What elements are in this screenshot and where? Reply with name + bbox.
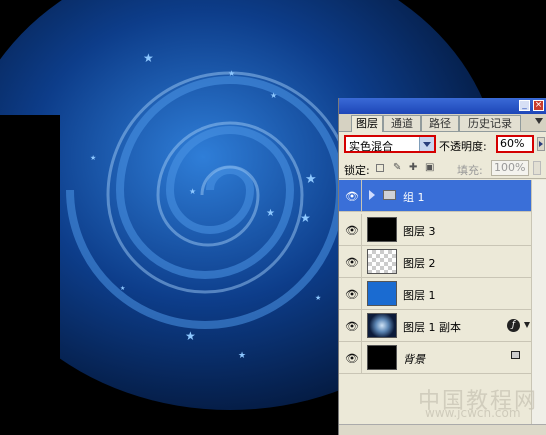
eye-icon[interactable]: 👁 bbox=[345, 225, 359, 236]
svg-text:★: ★ bbox=[315, 294, 321, 302]
layer-thumbnail bbox=[367, 217, 397, 242]
chevron-down-icon[interactable] bbox=[419, 137, 434, 151]
layer-effects-icon[interactable]: ƒ bbox=[507, 319, 520, 332]
minimize-icon[interactable]: _ bbox=[519, 100, 530, 111]
opacity-label: 不透明度: bbox=[439, 140, 487, 153]
close-icon[interactable]: × bbox=[533, 100, 544, 111]
opacity-input[interactable]: 60% bbox=[496, 135, 534, 153]
fill-input[interactable]: 100% bbox=[491, 160, 529, 176]
tab-layers[interactable]: 图层 bbox=[351, 115, 383, 132]
layer-row-layer-2[interactable]: 👁 图层 2 bbox=[339, 246, 533, 278]
lock-row: 锁定: ✎ ✚ ▣ 填充: 100% bbox=[339, 158, 546, 179]
fill-label: 填充: bbox=[457, 164, 483, 177]
layer-row-layer-1[interactable]: 👁 图层 1 bbox=[339, 278, 533, 310]
svg-text:★: ★ bbox=[120, 285, 125, 292]
lock-transparency-icon[interactable] bbox=[376, 164, 384, 172]
eye-icon[interactable]: 👁 bbox=[345, 191, 359, 202]
panel-menu-arrow-icon[interactable] bbox=[535, 118, 543, 124]
layer-thumbnail bbox=[367, 313, 397, 338]
tab-history[interactable]: 历史记录 bbox=[459, 115, 521, 131]
visibility-toggle[interactable]: 👁 bbox=[339, 278, 362, 309]
blend-mode-select[interactable]: 实色混合 bbox=[344, 135, 436, 153]
panel-tabs: 图层 通道 路径 历史记录 bbox=[339, 114, 546, 132]
tab-paths[interactable]: 路径 bbox=[421, 115, 459, 131]
visibility-toggle[interactable]: 👁 bbox=[339, 180, 362, 211]
lock-label: 锁定: bbox=[344, 164, 370, 177]
lock-all-icon[interactable]: ▣ bbox=[425, 163, 435, 173]
svg-text:★: ★ bbox=[189, 187, 196, 196]
effects-expand-arrow-icon[interactable] bbox=[524, 322, 530, 328]
panel-titlebar[interactable]: _ × bbox=[339, 98, 546, 114]
svg-text:★: ★ bbox=[90, 154, 96, 162]
layer-row-background[interactable]: 👁 背景 bbox=[339, 342, 533, 374]
layer-thumbnail bbox=[367, 249, 397, 274]
visibility-toggle[interactable]: 👁 bbox=[339, 246, 362, 277]
layer-thumbnail bbox=[367, 345, 397, 370]
layer-name: 图层 1 bbox=[403, 289, 436, 302]
layer-row-layer-1-copy[interactable]: 👁 图层 1 副本 ƒ bbox=[339, 310, 533, 342]
layer-name: 图层 3 bbox=[403, 225, 436, 238]
visibility-toggle[interactable]: 👁 bbox=[339, 342, 362, 373]
eye-icon[interactable]: 👁 bbox=[345, 321, 359, 332]
svg-text:★: ★ bbox=[266, 208, 275, 219]
layer-thumbnail bbox=[367, 281, 397, 306]
eye-icon[interactable]: 👁 bbox=[345, 257, 359, 268]
layer-row-layer-3[interactable]: 👁 图层 3 bbox=[339, 214, 533, 246]
svg-text:★: ★ bbox=[143, 51, 154, 65]
blend-row: 实色混合 不透明度: 60% bbox=[339, 133, 546, 155]
layer-name: 图层 2 bbox=[403, 257, 436, 270]
svg-text:★: ★ bbox=[270, 91, 277, 100]
tab-channels[interactable]: 通道 bbox=[383, 115, 421, 131]
panel-footer-toolbar bbox=[339, 424, 546, 435]
svg-text:★: ★ bbox=[238, 351, 246, 361]
layer-name: 组 1 bbox=[403, 191, 425, 204]
lock-move-icon[interactable]: ✚ bbox=[409, 163, 419, 173]
folder-icon bbox=[383, 190, 396, 200]
fill-slider-arrow-icon[interactable] bbox=[533, 161, 541, 175]
layer-name: 图层 1 副本 bbox=[403, 321, 461, 334]
visibility-toggle[interactable]: 👁 bbox=[339, 310, 362, 341]
eye-icon[interactable]: 👁 bbox=[345, 289, 359, 300]
opacity-slider-arrow-icon[interactable] bbox=[537, 137, 545, 151]
svg-text:★: ★ bbox=[185, 329, 196, 343]
layer-name: 背景 bbox=[403, 353, 425, 366]
lock-brush-icon[interactable]: ✎ bbox=[393, 163, 403, 173]
svg-text:★: ★ bbox=[300, 211, 311, 225]
watermark-url: www.jcwcn.com bbox=[425, 406, 521, 420]
expand-triangle-icon[interactable] bbox=[369, 190, 375, 200]
svg-text:★: ★ bbox=[228, 69, 235, 78]
svg-text:★: ★ bbox=[305, 172, 317, 187]
layer-row-group-1[interactable]: 👁 组 1 bbox=[339, 180, 533, 212]
blend-mode-value: 实色混合 bbox=[349, 140, 393, 153]
visibility-toggle[interactable]: 👁 bbox=[339, 214, 362, 245]
lock-icon bbox=[511, 351, 520, 359]
eye-icon[interactable]: 👁 bbox=[345, 353, 359, 364]
